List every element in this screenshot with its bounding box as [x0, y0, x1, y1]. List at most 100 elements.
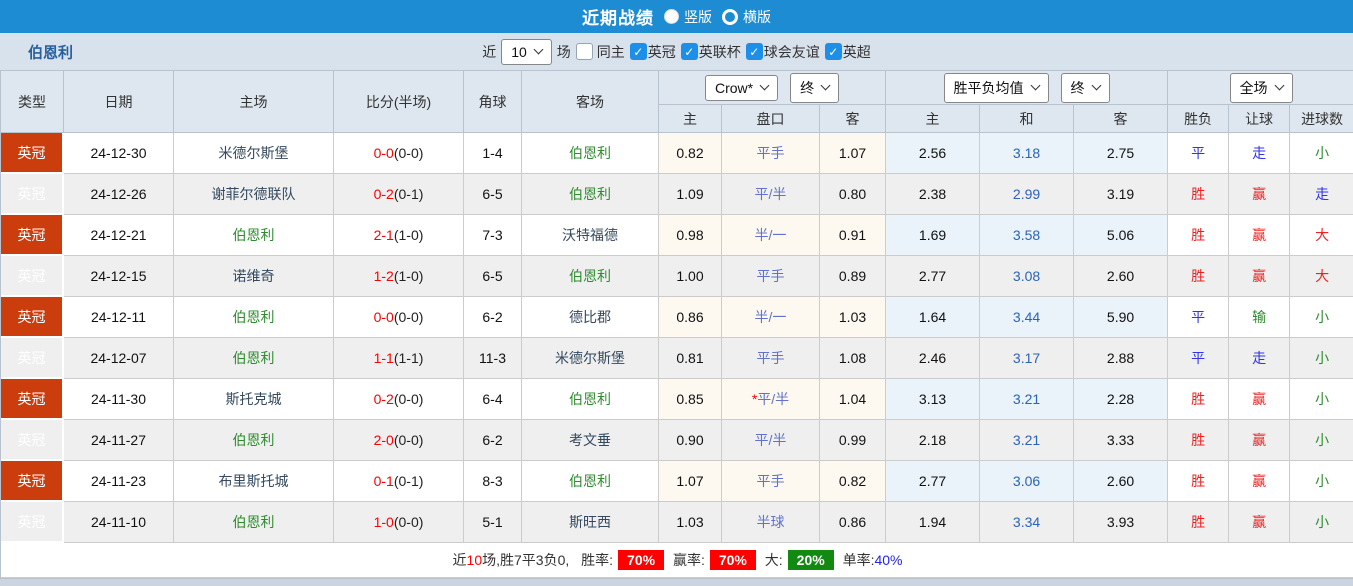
home-team-cell: 诺维奇 — [174, 256, 334, 297]
home-team-cell: 斯托克城 — [174, 379, 334, 420]
goals-result-cell: 走 — [1290, 174, 1353, 215]
match-row: 英冠 24-12-21 伯恩利 2-1(1-0) 7-3 沃特福德 0.98 半/一 0.91 1… — [1, 215, 1353, 256]
scope-select-group: 全场 — [1168, 71, 1353, 105]
league-type-cell: 英冠 — [1, 215, 64, 256]
handicap-result-cell: 赢 — [1229, 461, 1291, 502]
corner-cell: 6-2 — [464, 297, 522, 338]
match-row: 英冠 24-12-26 谢菲尔德联队 0-2(0-1) 6-5 伯恩利 1.09 平/半 0.8… — [1, 174, 1353, 215]
avg-draw-odds-cell: 3.08 — [980, 256, 1075, 297]
handicap-result-cell: 赢 — [1229, 256, 1291, 297]
corner-cell: 7-3 — [464, 215, 522, 256]
radio-vertical-label: 竖版 — [684, 8, 712, 25]
home-team-cell: 布里斯托城 — [174, 461, 334, 502]
header-odds-home: 主 — [886, 105, 981, 133]
asian-home-odds-cell: 1.03 — [659, 502, 722, 543]
result-cell: 胜 — [1168, 502, 1230, 543]
header-handicap-home: 主 — [659, 105, 722, 133]
league-checkbox-yinglianbei[interactable]: ✓ 英联杯 — [680, 42, 741, 62]
match-row: 英冠 24-12-30 米德尔斯堡 0-0(0-0) 1-4 伯恩利 0.82 平手 1.07 2… — [1, 133, 1353, 174]
avg-away-odds-cell: 2.88 — [1074, 338, 1169, 379]
checkbox-unchecked-icon[interactable] — [575, 43, 593, 60]
avg-away-odds-cell: 3.93 — [1074, 502, 1169, 543]
result-cell: 胜 — [1168, 174, 1230, 215]
home-team-cell: 伯恩利 — [174, 215, 334, 256]
over-rate-badge: 20% — [787, 550, 834, 570]
checkbox-checked-icon[interactable]: ✓ — [680, 43, 698, 60]
goals-result-cell: 小 — [1290, 133, 1353, 174]
asian-away-odds-cell: 0.89 — [820, 256, 887, 297]
asian-away-odds-cell: 1.07 — [820, 133, 887, 174]
asian-home-odds-cell: 0.82 — [659, 133, 722, 174]
away-team-cell: 考文垂 — [522, 420, 659, 461]
asian-line-cell: 半球 — [722, 502, 820, 543]
chevron-down-icon — [759, 80, 770, 91]
league-checkbox-qiuhuiyouyi[interactable]: ✓ 球会友谊 — [745, 42, 820, 62]
avg-odds-time-select[interactable]: 终 — [1060, 72, 1110, 103]
asian-away-odds-cell: 0.86 — [820, 502, 887, 543]
away-team-cell: 伯恩利 — [522, 133, 659, 174]
result-cell: 平 — [1168, 133, 1230, 174]
asian-line-cell: 平手 — [722, 338, 820, 379]
match-row: 英冠 24-12-07 伯恩利 1-1(1-1) 11-3 米德尔斯堡 0.81 平手 1.08… — [1, 338, 1353, 379]
same-home-checkbox[interactable]: 同主 — [575, 42, 625, 62]
date-cell: 24-11-30 — [64, 379, 174, 420]
score-cell: 2-1(1-0) — [334, 215, 464, 256]
radio-unselected-icon[interactable] — [722, 8, 738, 25]
avg-draw-odds-cell: 3.34 — [980, 502, 1075, 543]
avg-home-odds-cell: 1.69 — [886, 215, 981, 256]
match-row: 英冠 24-11-30 斯托克城 0-2(0-0) 6-4 伯恩利 0.85 *平/半 1.04… — [1, 379, 1353, 420]
summary-count: 10 — [466, 552, 483, 568]
away-team-cell: 伯恩利 — [522, 256, 659, 297]
date-cell: 24-12-15 — [64, 256, 174, 297]
asian-home-odds-cell: 0.90 — [659, 420, 722, 461]
goals-result-cell: 小 — [1290, 297, 1353, 338]
league-checkbox-yingguan[interactable]: ✓ 英冠 — [629, 42, 676, 62]
header-result: 胜负 — [1168, 105, 1230, 133]
avg-home-odds-cell: 2.38 — [886, 174, 981, 215]
asian-away-odds-cell: 0.82 — [820, 461, 887, 502]
bookmaker-select[interactable]: Crow* — [704, 74, 779, 101]
match-row: 英冠 24-12-15 诺维奇 1-2(1-0) 6-5 伯恩利 1.00 平手 0.89 2.7… — [1, 256, 1353, 297]
corner-cell: 6-5 — [464, 256, 522, 297]
home-team-cell: 谢菲尔德联队 — [174, 174, 334, 215]
asian-line-cell: 半/一 — [722, 215, 820, 256]
handicap-result-cell: 赢 — [1229, 215, 1291, 256]
away-team-cell: 沃特福德 — [522, 215, 659, 256]
match-row: 英冠 24-11-23 布里斯托城 0-1(0-1) 8-3 伯恩利 1.07 平手 0.82 2… — [1, 461, 1353, 502]
chevron-down-icon — [1091, 80, 1101, 91]
summary-record: 场,胜7平3负0, — [482, 552, 570, 568]
avg-home-odds-cell: 1.64 — [886, 297, 981, 338]
avg-draw-odds-cell: 3.17 — [980, 338, 1075, 379]
avg-home-odds-cell: 2.46 — [886, 338, 981, 379]
score-cell: 1-0(0-0) — [334, 502, 464, 543]
result-cell: 胜 — [1168, 215, 1230, 256]
date-cell: 24-12-30 — [64, 133, 174, 174]
recent-label: 近 — [482, 43, 497, 60]
score-cell: 0-2(0-1) — [334, 174, 464, 215]
league-checkbox-yingchao[interactable]: ✓ 英超 — [824, 42, 871, 62]
goals-result-cell: 小 — [1290, 420, 1353, 461]
checkbox-checked-icon[interactable]: ✓ — [824, 43, 842, 60]
asian-away-odds-cell: 1.08 — [820, 338, 887, 379]
scope-select[interactable]: 全场 — [1229, 72, 1293, 103]
recent-count-select[interactable]: 10 — [501, 38, 552, 65]
handicap-select-group: Crow* 终 — [659, 71, 887, 105]
checkbox-checked-icon[interactable]: ✓ — [745, 43, 763, 60]
cover-rate-badge: 70% — [709, 550, 756, 570]
asian-line-cell: 平手 — [722, 256, 820, 297]
asian-home-odds-cell: 1.07 — [659, 461, 722, 502]
radio-selected-icon[interactable] — [664, 9, 679, 24]
handicap-result-cell: 输 — [1229, 297, 1291, 338]
header-corner: 角球 — [464, 71, 522, 133]
avg-odds-select[interactable]: 胜平负均值 — [943, 72, 1049, 103]
league-type-cell: 英冠 — [1, 297, 64, 338]
score-cell: 0-0(0-0) — [334, 133, 464, 174]
checkbox-checked-icon[interactable]: ✓ — [629, 43, 647, 60]
match-row: 英冠 24-11-27 伯恩利 2-0(0-0) 6-2 考文垂 0.90 平/半 0.99 2.… — [1, 420, 1353, 461]
avg-draw-odds-cell: 3.21 — [980, 379, 1075, 420]
home-team-cell: 伯恩利 — [174, 297, 334, 338]
layout-radio-vertical[interactable]: 竖版 — [664, 7, 712, 27]
win-rate-label: 胜率: — [581, 552, 614, 568]
layout-radio-horizontal[interactable]: 横版 — [722, 7, 771, 27]
bookmaker-time-select[interactable]: 终 — [790, 72, 840, 103]
